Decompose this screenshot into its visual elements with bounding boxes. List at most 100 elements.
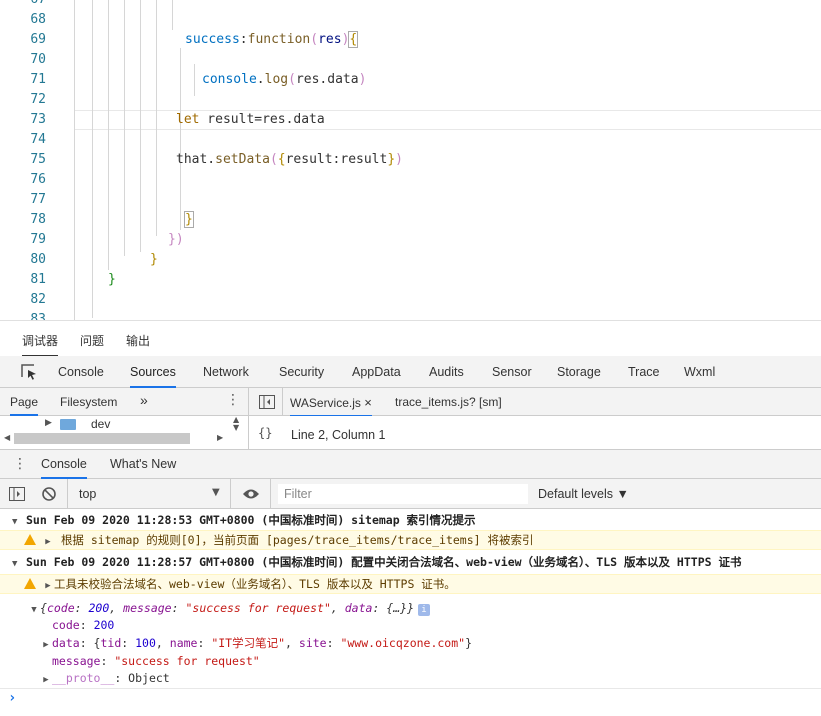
warning-icon bbox=[24, 534, 36, 545]
eye-icon[interactable] bbox=[242, 488, 260, 500]
close-tab-icon[interactable]: × bbox=[364, 395, 372, 410]
indent-guide bbox=[74, 0, 75, 320]
object-property[interactable]: ▶ data: {tid: 100, name: "IT学习笔记", site: … bbox=[40, 634, 821, 654]
tab-wxml[interactable]: Wxml bbox=[684, 365, 715, 379]
line-number: 74 bbox=[30, 132, 46, 147]
console-group-header[interactable]: ▼ Sun Feb 09 2020 11:28:57 GMT+0800 (中国标准… bbox=[0, 553, 821, 573]
tab-appdata[interactable]: AppData bbox=[352, 365, 401, 379]
console-toolbar: top ▼ Default levels ▼ bbox=[0, 479, 821, 509]
tab-network[interactable]: Network bbox=[203, 365, 249, 379]
code-editor[interactable]: 67 68 69 70 71 72 73 74 75 76 77 78 79 8… bbox=[0, 0, 821, 320]
triangle-down-icon[interactable]: ▼ bbox=[0, 513, 26, 531]
kebab-menu-icon[interactable]: ⋮ bbox=[13, 456, 27, 472]
divider bbox=[270, 479, 271, 509]
folder-icon bbox=[60, 419, 76, 430]
line-number: 79 bbox=[30, 232, 46, 247]
line-number: 78 bbox=[30, 212, 46, 227]
line-number: 71 bbox=[30, 72, 46, 87]
indent-guide bbox=[124, 0, 125, 256]
tab-storage[interactable]: Storage bbox=[557, 365, 601, 379]
pretty-print-icon[interactable]: {} bbox=[258, 426, 272, 440]
sidebar-toggle-icon[interactable] bbox=[9, 487, 25, 501]
code-line-79: }) bbox=[168, 232, 184, 247]
line-number: 69 bbox=[30, 32, 46, 47]
console-warning[interactable]: ▶ 工具未校验合法域名、web-view（业务域名）、TLS 版本以及 HTTPS… bbox=[0, 574, 821, 594]
tab-console-drawer[interactable]: Console bbox=[41, 457, 87, 479]
indent-guide bbox=[92, 0, 93, 318]
group-title: Sun Feb 09 2020 11:28:53 GMT+0800 (中国标准时… bbox=[26, 513, 476, 527]
tree-item-dev[interactable]: dev bbox=[91, 417, 110, 431]
divider bbox=[67, 479, 68, 509]
console-output[interactable]: ▼ Sun Feb 09 2020 11:28:53 GMT+0800 (中国标准… bbox=[0, 509, 821, 716]
line-number: 67 bbox=[0, 0, 46, 10]
indent-guide bbox=[194, 64, 195, 96]
cursor-position: Line 2, Column 1 bbox=[291, 428, 386, 442]
warning-text: 根据 sitemap 的规则[0]，当前页面 [pages/trace_item… bbox=[60, 533, 534, 547]
filter-input[interactable] bbox=[278, 484, 528, 504]
triangle-down-icon[interactable]: ▼ bbox=[28, 601, 40, 619]
triangle-right-icon[interactable]: ▶ bbox=[45, 418, 52, 428]
line-number: 73 bbox=[30, 112, 46, 127]
line-number: 80 bbox=[30, 252, 46, 267]
kebab-menu-icon[interactable]: ⋮ bbox=[226, 393, 240, 407]
drawer-tab-bar: ⋮ Console What's New bbox=[0, 450, 821, 479]
code-line-73: let result=res.data bbox=[176, 112, 325, 127]
scroll-up-icon[interactable]: ▲ ▼ bbox=[233, 416, 239, 432]
code-line-78: } bbox=[184, 211, 194, 228]
tab-page[interactable]: Page bbox=[10, 395, 39, 416]
panel-tabs: 调试器 问题 输出 bbox=[0, 320, 821, 357]
line-number: 72 bbox=[30, 92, 46, 107]
tab-output[interactable]: 输出 bbox=[126, 332, 150, 349]
triangle-right-icon[interactable]: ▶ bbox=[42, 533, 54, 551]
tab-console[interactable]: Console bbox=[58, 365, 104, 379]
horizontal-scrollbar[interactable] bbox=[14, 433, 190, 444]
log-levels-dropdown[interactable]: Default levels ▼ bbox=[538, 487, 629, 501]
object-property: message: "success for request" bbox=[52, 654, 260, 668]
line-number: 76 bbox=[30, 172, 46, 187]
code-line-71: console.log(res.data) bbox=[202, 72, 367, 87]
clear-console-icon[interactable] bbox=[41, 486, 57, 502]
tab-trace[interactable]: Trace bbox=[628, 365, 660, 379]
divider bbox=[248, 416, 249, 450]
chevron-down-icon[interactable]: ▼ bbox=[212, 487, 220, 498]
file-tab-label: WAService.js bbox=[290, 396, 361, 410]
line-number: 77 bbox=[30, 192, 46, 207]
toggle-navigator-icon[interactable] bbox=[259, 395, 275, 409]
file-tab-waservice[interactable]: WAService.js × bbox=[290, 395, 372, 417]
tab-debugger[interactable]: 调试器 bbox=[22, 332, 59, 357]
tab-filesystem[interactable]: Filesystem bbox=[60, 395, 117, 409]
triangle-right-icon[interactable]: ▶ bbox=[40, 671, 52, 689]
code-line-75: that.setData({result:result}) bbox=[176, 152, 403, 167]
triangle-right-icon[interactable]: ▶ bbox=[40, 636, 52, 654]
tab-whats-new[interactable]: What's New bbox=[110, 457, 176, 471]
object-property[interactable]: ▶ __proto__: Object bbox=[40, 669, 821, 689]
devtools-tab-bar: Console Sources Network Security AppData… bbox=[0, 356, 821, 388]
divider bbox=[282, 388, 283, 416]
tab-problems[interactable]: 问题 bbox=[80, 332, 104, 349]
indent-guide bbox=[140, 0, 141, 252]
indent-guide bbox=[172, 0, 173, 30]
console-prompt[interactable]: › bbox=[8, 689, 821, 707]
tab-sources[interactable]: Sources bbox=[130, 365, 176, 388]
line-number: 81 bbox=[30, 272, 46, 287]
triangle-down-icon[interactable]: ▼ bbox=[0, 555, 26, 573]
triangle-right-icon[interactable]: ▶ bbox=[42, 577, 54, 595]
file-tab-trace-items[interactable]: trace_items.js? [sm] bbox=[395, 395, 502, 409]
more-tabs-icon[interactable]: » bbox=[140, 392, 148, 408]
scroll-right-icon[interactable]: ▶ bbox=[217, 433, 223, 442]
divider bbox=[230, 479, 231, 509]
console-warning[interactable]: ▶ 根据 sitemap 的规则[0]，当前页面 [pages/trace_it… bbox=[0, 530, 821, 550]
tab-sensor[interactable]: Sensor bbox=[492, 365, 532, 379]
indent-guide bbox=[180, 48, 181, 230]
console-group-header[interactable]: ▼ Sun Feb 09 2020 11:28:53 GMT+0800 (中国标准… bbox=[0, 511, 821, 531]
object-property: code: 200 bbox=[52, 618, 115, 632]
inspect-element-icon[interactable] bbox=[20, 363, 38, 381]
context-selector[interactable]: top bbox=[79, 487, 96, 501]
tab-security[interactable]: Security bbox=[279, 365, 324, 379]
scroll-left-icon[interactable]: ◀ bbox=[4, 433, 10, 442]
tab-audits[interactable]: Audits bbox=[429, 365, 464, 379]
info-icon[interactable]: i bbox=[418, 604, 431, 616]
code-line-80: } bbox=[150, 252, 158, 267]
code-line-69: success:function(res){ bbox=[185, 31, 359, 48]
code-line-81: } bbox=[108, 272, 116, 287]
